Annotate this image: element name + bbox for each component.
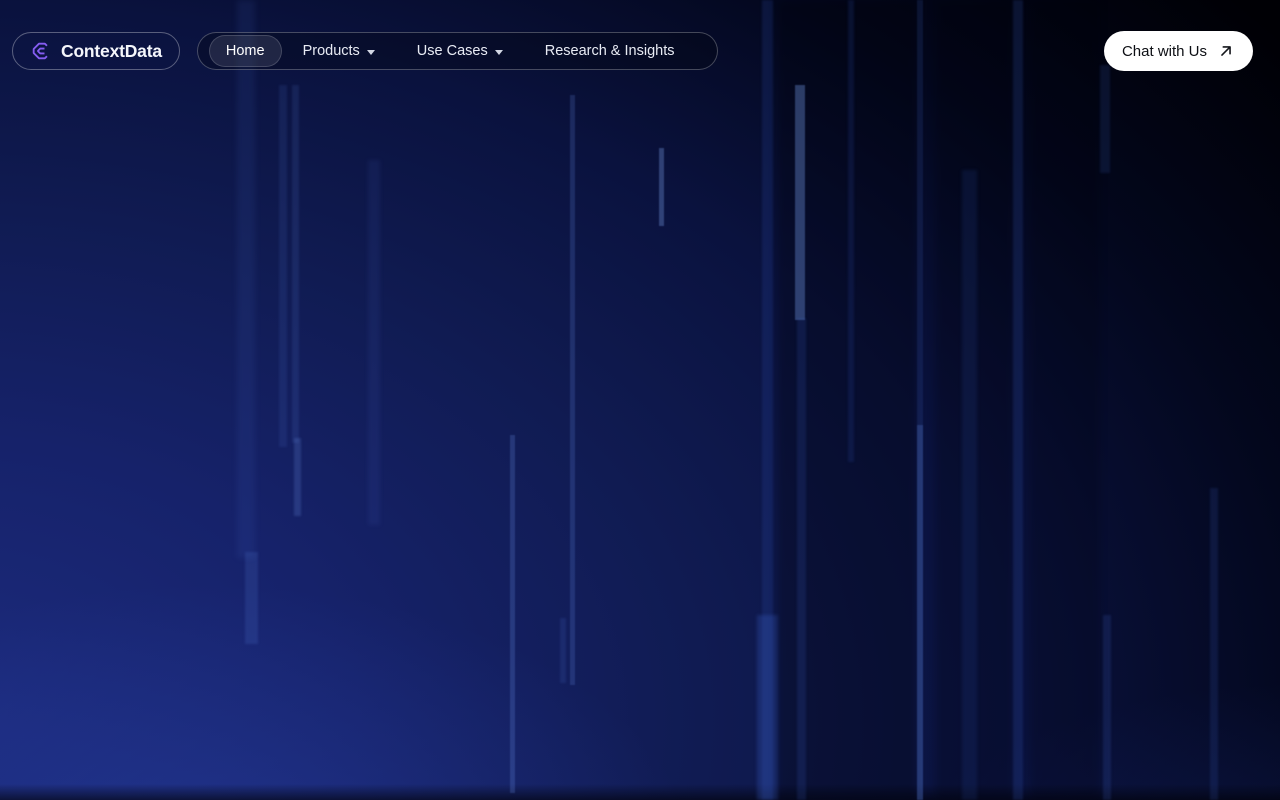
top-navigation: ContextData Home Products Use Cases Rese… bbox=[0, 0, 1280, 102]
background-bar bbox=[757, 615, 778, 800]
page: ContextData Home Products Use Cases Rese… bbox=[0, 0, 1280, 800]
nav-item-research-insights[interactable]: Research & Insights bbox=[524, 35, 696, 67]
nav-item-use-cases[interactable]: Use Cases bbox=[396, 35, 524, 67]
logo[interactable]: ContextData bbox=[12, 32, 180, 70]
primary-nav: Home Products Use Cases Research & Insig… bbox=[196, 32, 719, 70]
background-bar bbox=[659, 148, 664, 226]
background-bar bbox=[279, 85, 287, 447]
background-bars bbox=[0, 0, 1280, 800]
background-bar bbox=[962, 170, 977, 800]
chat-button-label: Chat with Us bbox=[1121, 42, 1207, 60]
chevron-down-icon bbox=[494, 49, 503, 55]
nav-item-products[interactable]: Products bbox=[282, 35, 396, 67]
background-bar bbox=[560, 618, 566, 683]
background-bar bbox=[510, 435, 515, 793]
background-bar bbox=[245, 552, 258, 644]
arrow-up-right-icon bbox=[1221, 46, 1231, 56]
background-bar bbox=[1030, 0, 1100, 800]
background-bar bbox=[1210, 488, 1218, 800]
background-bar bbox=[368, 160, 380, 525]
nav-item-research-insights-label: Research & Insights bbox=[544, 43, 675, 59]
background-bar bbox=[292, 85, 299, 443]
nav-item-products-label: Products bbox=[302, 43, 360, 59]
background-bar bbox=[570, 95, 575, 685]
chevron-down-icon bbox=[366, 49, 375, 55]
background-bar bbox=[917, 425, 923, 800]
background-bar bbox=[1103, 615, 1111, 800]
background-bar bbox=[294, 438, 301, 516]
nav-item-home[interactable]: Home bbox=[208, 35, 282, 67]
background-bar bbox=[797, 318, 806, 800]
nav-item-use-cases-label: Use Cases bbox=[416, 43, 488, 59]
logo-text: ContextData bbox=[61, 40, 162, 61]
chat-with-us-button[interactable]: Chat with Us bbox=[1103, 31, 1253, 71]
background-bar bbox=[1013, 0, 1023, 800]
background-bar bbox=[795, 85, 805, 320]
contextdata-logo-icon bbox=[30, 40, 52, 62]
